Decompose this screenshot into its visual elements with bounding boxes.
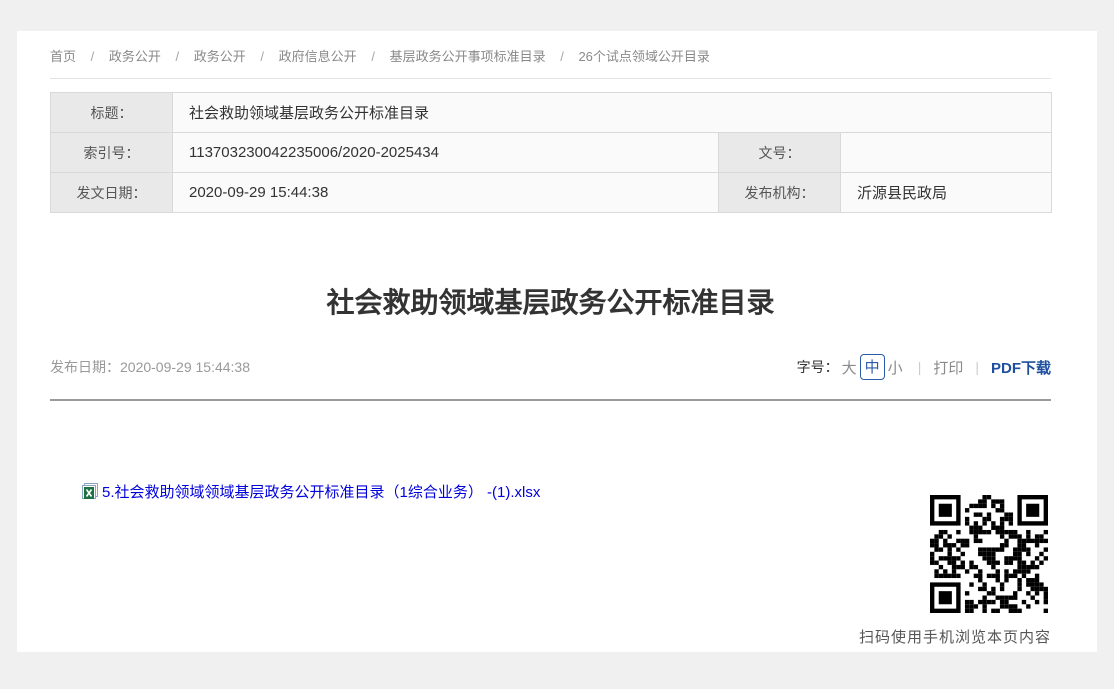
pdf-download-button[interactable]: PDF下载 — [991, 357, 1051, 378]
qr-caption: 扫码使用手机浏览本页内容 — [859, 626, 1051, 647]
breadcrumb-separator: / — [371, 49, 375, 64]
meta-row-index: 索引号： 113703230042235006/2020-2025434 文号： — [51, 133, 1052, 173]
meta-value-issue-date: 2020-09-29 15:44:38 — [173, 173, 719, 213]
document-meta-table: 标题： 社会救助领域基层政务公开标准目录 索引号： 11370323004223… — [50, 92, 1052, 213]
meta-label-title: 标题： — [51, 93, 173, 133]
breadcrumb-separator: / — [560, 49, 564, 64]
meta-value-index-number: 113703230042235006/2020-2025434 — [173, 133, 719, 173]
font-size-label: 字号： — [797, 357, 839, 377]
attachment-link[interactable]: 5.社会救助领域领域基层政务公开标准目录（1综合业务） -(1).xlsx — [102, 481, 540, 502]
breadcrumb-separator: / — [91, 49, 95, 64]
attachment-row: 5.社会救助领域领域基层政务公开标准目录（1综合业务） -(1).xlsx — [82, 481, 1051, 501]
article-toolbar: 字号： 大 中 小 | 打印 | PDF下载 — [797, 354, 1051, 380]
breadcrumb-separator: / — [260, 49, 264, 64]
toolbar-separator: | — [975, 359, 979, 375]
meta-label-index-number: 索引号： — [51, 133, 173, 173]
breadcrumb-item-zwgk-2[interactable]: 政务公开 — [194, 49, 246, 64]
meta-label-doc-number: 文号： — [719, 133, 841, 173]
meta-row-title: 标题： 社会救助领域基层政务公开标准目录 — [51, 93, 1052, 133]
meta-row-date: 发文日期： 2020-09-29 15:44:38 发布机构： 沂源县民政局 — [51, 173, 1052, 213]
font-size-medium-button[interactable]: 中 — [860, 354, 885, 380]
publish-date-value: 2020-09-29 15:44:38 — [120, 359, 250, 375]
font-size-large-button[interactable]: 大 — [842, 357, 857, 378]
print-button[interactable]: 打印 — [933, 357, 963, 378]
content-card: 首页 / 政务公开 / 政务公开 / 政府信息公开 / 基层政务公开事项标准目录… — [17, 31, 1097, 652]
meta-value-title: 社会救助领域基层政务公开标准目录 — [173, 93, 1052, 133]
breadcrumb-item-gov-info[interactable]: 政府信息公开 — [279, 49, 357, 64]
qr-code — [930, 495, 1048, 613]
breadcrumb-item-home[interactable]: 首页 — [50, 49, 76, 64]
horizontal-divider — [50, 399, 1051, 401]
breadcrumb-separator: / — [176, 49, 180, 64]
toolbar-separator: | — [918, 359, 922, 375]
meta-label-issuing-agency: 发布机构： — [719, 173, 841, 213]
publish-date-label: 发布日期： — [50, 359, 120, 375]
meta-label-issue-date: 发文日期： — [51, 173, 173, 213]
excel-file-icon — [82, 483, 98, 499]
page-title: 社会救助领域基层政务公开标准目录 — [50, 285, 1051, 321]
breadcrumb-item-standard-catalog[interactable]: 基层政务公开事项标准目录 — [390, 49, 546, 64]
meta-value-doc-number — [841, 133, 1052, 173]
publish-date: 发布日期：2020-09-29 15:44:38 — [50, 357, 250, 377]
meta-value-issuing-agency: 沂源县民政局 — [841, 173, 1052, 213]
breadcrumb-item-pilot-catalog[interactable]: 26个试点领域公开目录 — [578, 49, 709, 64]
breadcrumb: 首页 / 政务公开 / 政务公开 / 政府信息公开 / 基层政务公开事项标准目录… — [50, 31, 1051, 79]
breadcrumb-item-zwgk-1[interactable]: 政务公开 — [109, 49, 161, 64]
article-meta-row: 发布日期：2020-09-29 15:44:38 字号： 大 中 小 | 打印 … — [50, 355, 1051, 379]
font-size-small-button[interactable]: 小 — [888, 357, 903, 378]
